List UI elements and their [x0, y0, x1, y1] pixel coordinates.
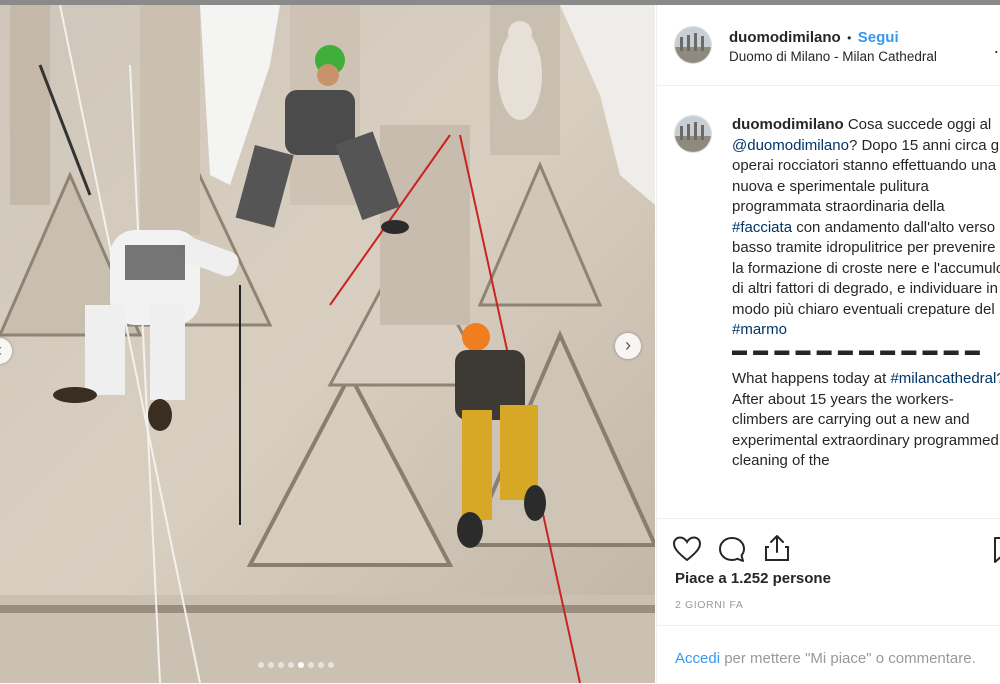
post-header: duomodimilano • Segui Duomo di Milano - …: [657, 5, 1000, 86]
chevron-right-icon[interactable]: ›: [615, 333, 641, 359]
caption-avatar[interactable]: [674, 115, 712, 153]
carousel-dot: [258, 662, 264, 668]
carousel-dot: [298, 662, 304, 668]
caption-it-part1: Cosa succede oggi al: [843, 116, 992, 133]
heart-icon[interactable]: [673, 536, 701, 562]
post-details-panel: duomodimilano • Segui Duomo di Milano - …: [656, 5, 1000, 683]
caption-text: duomodimilano Cosa succede oggi al @duom…: [732, 115, 1000, 472]
likes-count[interactable]: Piace a 1.252 persone: [675, 570, 831, 587]
bookmark-icon[interactable]: [993, 536, 1000, 564]
caption-username[interactable]: duomodimilano: [732, 116, 844, 133]
more-icon[interactable]: …: [993, 37, 1000, 58]
avatar[interactable]: [674, 26, 712, 64]
follow-button[interactable]: Segui: [858, 29, 899, 46]
cathedral-avatar-image: [675, 27, 711, 63]
login-link[interactable]: Accedi: [675, 650, 720, 667]
cathedral-avatar-image: [675, 116, 711, 152]
hashtag-facciata[interactable]: #facciata: [732, 219, 792, 236]
post-location[interactable]: Duomo di Milano - Milan Cathedral: [729, 49, 937, 64]
carousel-dot: [268, 662, 274, 668]
hashtag-milancathedral[interactable]: #milancathedral: [890, 370, 996, 387]
carousel-dot: [318, 662, 324, 668]
hashtag-marmo[interactable]: #marmo: [732, 321, 787, 338]
comment-icon[interactable]: [718, 536, 746, 564]
post-timestamp[interactable]: 2 GIORNI FA: [675, 599, 743, 611]
carousel-dot: [308, 662, 314, 668]
caption-separator: ▬ ▬ ▬ ▬ ▬ ▬ ▬ ▬ ▬ ▬ ▬ ▬: [732, 341, 981, 359]
bullet-separator: •: [847, 31, 852, 45]
carousel-dot: [288, 662, 294, 668]
carousel-indicator: [258, 662, 334, 668]
post-username[interactable]: duomodimilano: [729, 29, 841, 46]
comment-bar: Accedi per mettere "Mi piace" o commenta…: [657, 625, 1000, 684]
cathedral-climbers-photo: [0, 5, 655, 683]
caption-scroll-area[interactable]: duomodimilano Cosa succede oggi al @duom…: [657, 86, 1000, 518]
carousel-dot: [278, 662, 284, 668]
caption-en-part1: What happens today at: [732, 370, 891, 387]
comment-prompt: per mettere "Mi piace" o commentare.: [720, 650, 976, 667]
post-photo[interactable]: ‹ ›: [0, 5, 655, 683]
mention-link[interactable]: @duomodimilano: [732, 137, 849, 154]
share-icon[interactable]: [763, 534, 791, 562]
carousel-dot: [328, 662, 334, 668]
